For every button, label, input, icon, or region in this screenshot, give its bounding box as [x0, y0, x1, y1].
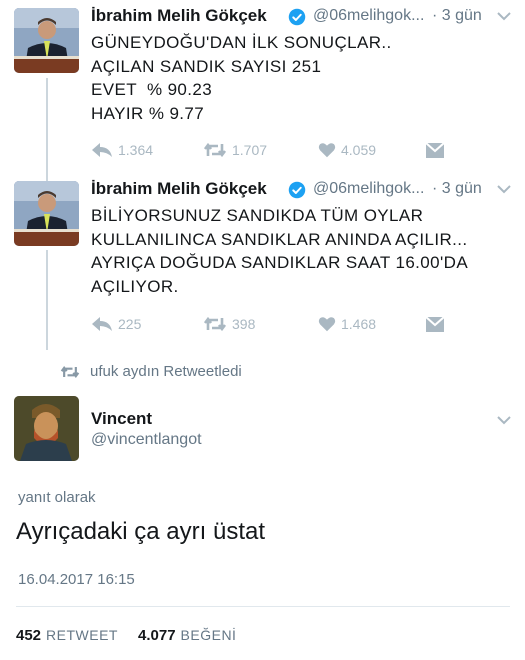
- reply-count: 1.364: [118, 142, 154, 158]
- retweet-icon: [203, 142, 227, 158]
- like-button[interactable]: 1.468: [318, 316, 376, 332]
- like-button[interactable]: 4.059: [318, 142, 376, 158]
- author-name[interactable]: İbrahim Melih Gökçek: [91, 6, 267, 26]
- like-total: 4.077: [138, 627, 176, 644]
- verified-badge-icon: [288, 8, 306, 26]
- reply-to-label: yanıt olarak: [18, 489, 96, 506]
- envelope-icon[interactable]: [426, 143, 444, 158]
- thread-connector: [46, 78, 48, 176]
- envelope-icon[interactable]: [426, 317, 444, 332]
- chevron-down-icon[interactable]: [497, 11, 511, 21]
- like-stat-label: BEĞENİ: [180, 627, 237, 643]
- tweet-line: KULLANILINCA SANDIKLAR ANINDA AÇILIR...: [91, 229, 468, 249]
- tweet-line: EVET % 90.23: [91, 80, 213, 99]
- retweet-button[interactable]: 398: [203, 316, 255, 332]
- tweet-time[interactable]: · 3 gün: [432, 180, 482, 198]
- avatar-photo: [14, 181, 79, 246]
- author-name[interactable]: Vincent: [91, 409, 152, 429]
- retweet-stat[interactable]: 452 RETWEET: [16, 627, 118, 644]
- avatar-photo: [14, 396, 79, 461]
- heart-icon: [318, 143, 336, 158]
- tweet-time[interactable]: · 3 gün: [432, 7, 482, 25]
- thread-connector: [46, 250, 48, 350]
- retweet-count: 1.707: [232, 142, 268, 158]
- like-count: 4.059: [341, 142, 377, 158]
- retweet-button[interactable]: 1.707: [203, 142, 267, 158]
- tweet-timestamp[interactable]: 16.04.2017 16:15: [18, 571, 135, 588]
- author-handle[interactable]: @vincentlangot: [91, 431, 202, 449]
- author-name[interactable]: İbrahim Melih Gökçek: [91, 179, 267, 199]
- author-handle[interactable]: @06melihgok...: [313, 180, 424, 198]
- main-tweet-text: Ayrıçadaki ça ayrı üstat: [16, 518, 265, 545]
- tweet-body: BİLİYORSUNUZ SANDIKDA TÜM OYLAR KULLANIL…: [91, 204, 468, 298]
- avatar-vincent[interactable]: [14, 396, 79, 461]
- like-count: 1.468: [341, 316, 377, 332]
- chevron-down-icon[interactable]: [497, 184, 511, 194]
- like-stat[interactable]: 4.077 BEĞENİ: [138, 627, 236, 644]
- avatar-photo: [14, 8, 79, 73]
- avatar-melih-gokcek[interactable]: [14, 8, 79, 73]
- avatar-melih-gokcek[interactable]: [14, 181, 79, 246]
- reply-button[interactable]: 225: [91, 316, 141, 332]
- reply-count: 225: [118, 316, 142, 332]
- reply-button[interactable]: 1.364: [91, 142, 153, 158]
- retweet-count: 398: [232, 316, 256, 332]
- retweet-context[interactable]: ufuk aydın Retweetledi: [60, 363, 242, 380]
- retweet-icon: [203, 316, 227, 332]
- heart-icon: [318, 317, 336, 332]
- tweet-line: HAYIR % 9.77: [91, 103, 205, 123]
- retweet-icon: [60, 365, 80, 378]
- retweet-total: 452: [16, 627, 42, 644]
- retweet-context-label: ufuk aydın Retweetledi: [90, 363, 242, 380]
- chevron-down-icon[interactable]: [497, 415, 511, 425]
- retweet-stat-label: RETWEET: [46, 627, 118, 643]
- tweet-line: AÇILIYOR.: [91, 276, 179, 296]
- verified-badge-icon: [288, 181, 306, 199]
- tweet-line: BİLİYORSUNUZ SANDIKDA TÜM OYLAR: [91, 206, 424, 225]
- reply-icon: [92, 143, 112, 157]
- tweet-line: AÇILAN SANDIK SAYISI 251: [91, 56, 322, 76]
- tweet-body: GÜNEYDOĞU'DAN İLK SONUÇLAR.. AÇILAN SAND…: [91, 31, 392, 125]
- tweet-line: AYRIÇA DOĞUDA SANDIKLAR SAAT 16.00'DA: [91, 253, 469, 272]
- tweet-line: GÜNEYDOĞU'DAN İLK SONUÇLAR..: [91, 33, 392, 52]
- divider: [16, 606, 510, 607]
- author-handle[interactable]: @06melihgok...: [313, 7, 424, 25]
- reply-icon: [92, 317, 112, 331]
